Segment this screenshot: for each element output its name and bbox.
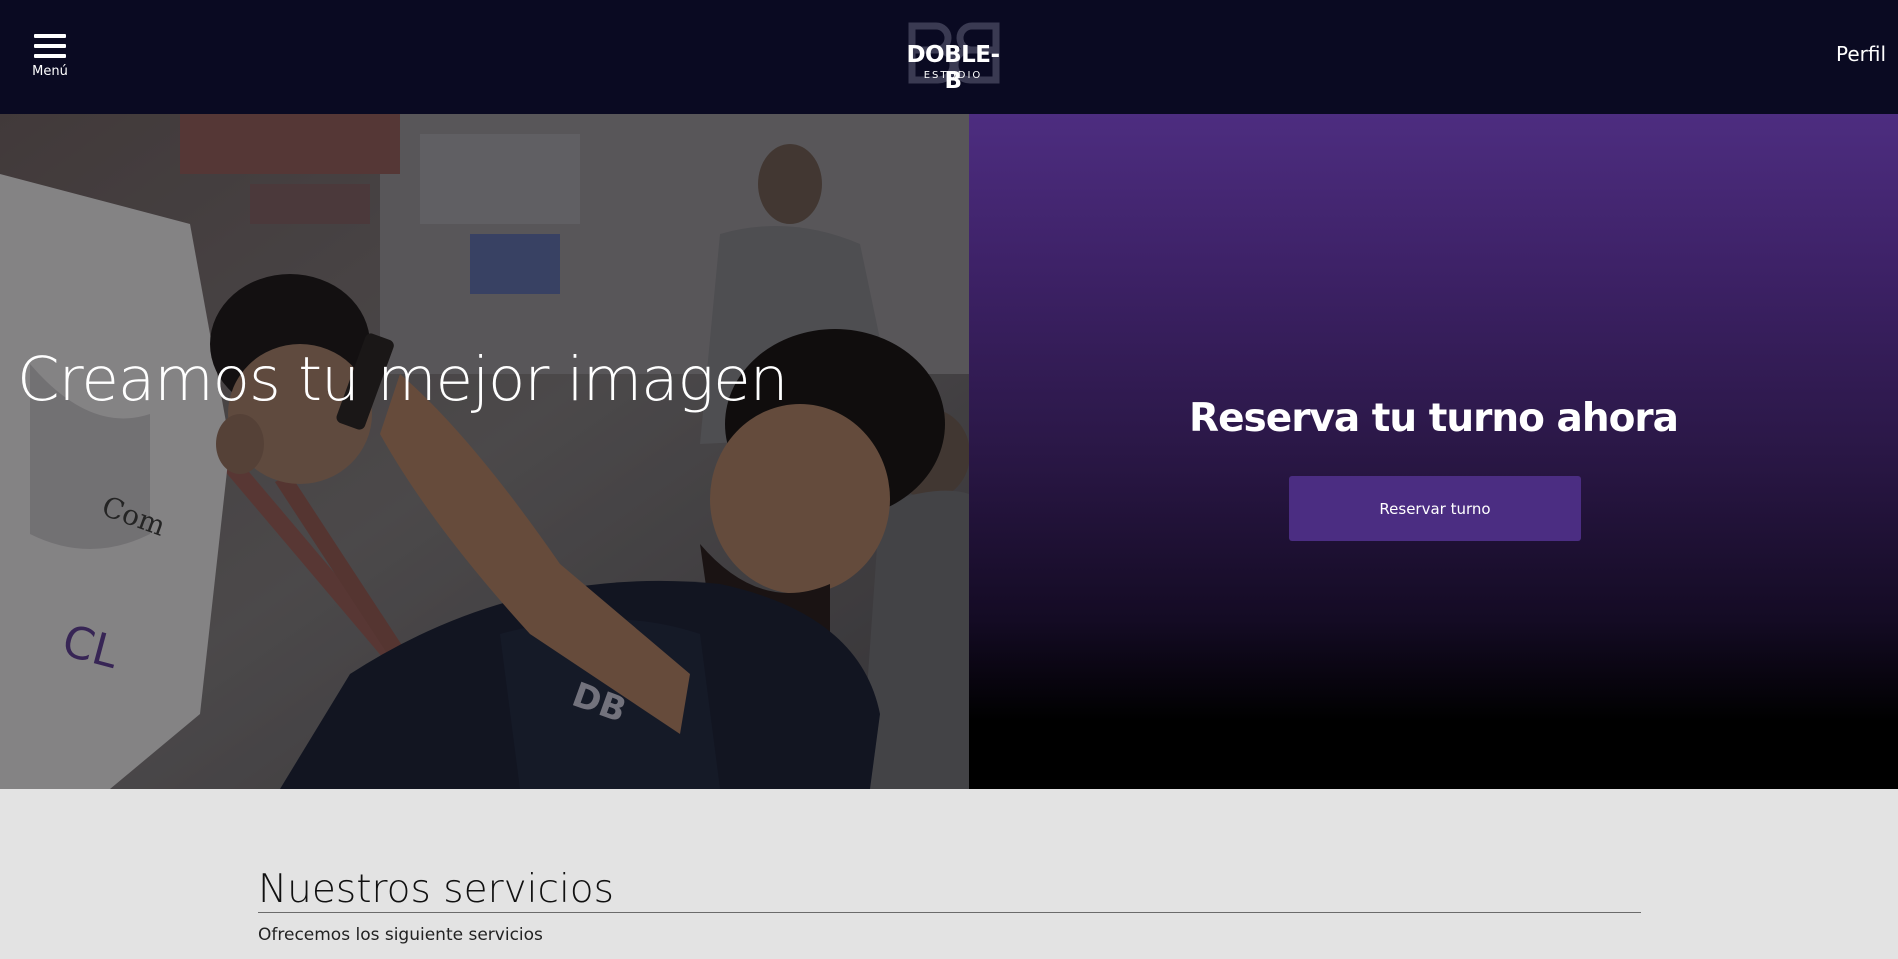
hero-heading: Creamos tu mejor imagen	[17, 344, 788, 415]
services-section: Nuestros servicios Ofrecemos los siguien…	[0, 789, 1898, 959]
reserve-button[interactable]: Reservar turno	[1289, 476, 1581, 541]
logo-name: DOBLE-B	[906, 42, 1000, 94]
services-title: Nuestros servicios	[258, 867, 614, 912]
booking-title: Reserva tu turno ahora	[1189, 396, 1679, 441]
hero-photo: Com CL DB Creamos tu mejor imagen	[0, 114, 969, 789]
brand-logo[interactable]: DOBLE-B ESTUDIO	[898, 22, 1008, 94]
barber-photo-image: Com CL DB	[0, 114, 969, 789]
profile-link[interactable]: Perfil	[1836, 42, 1886, 66]
logo-subtitle: ESTUDIO	[923, 70, 983, 81]
menu-label: Menú	[32, 64, 68, 79]
services-subtitle: Ofrecemos los siguiente servicios	[258, 925, 543, 945]
top-navigation-bar: Menú DOBLE-B ESTUDIO Perfil	[0, 0, 1898, 114]
menu-button[interactable]: Menú	[30, 34, 70, 84]
section-divider	[258, 912, 1641, 913]
hamburger-menu-icon[interactable]	[34, 34, 66, 58]
booking-panel: Reserva tu turno ahora Reservar turno	[969, 114, 1898, 789]
